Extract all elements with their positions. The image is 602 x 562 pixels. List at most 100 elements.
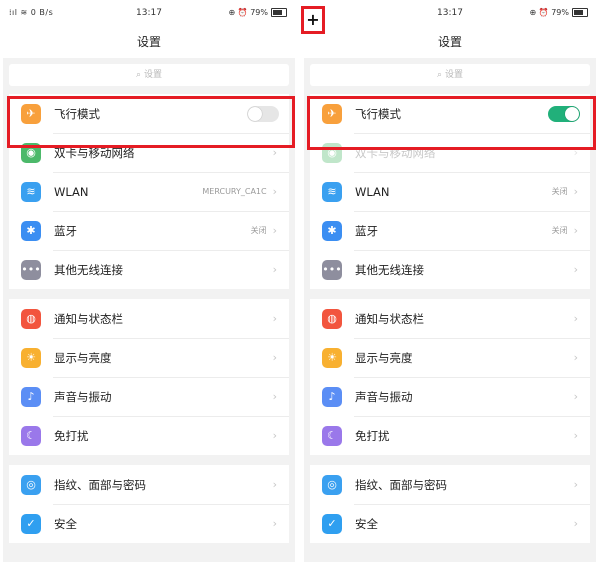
search-icon: ⌕ [136,70,142,80]
setting-icon: ✱ [21,220,41,241]
setting-icon: ☀ [21,347,41,368]
chevron-right-icon: › [272,224,277,237]
settings-group: ◍ 通知与状态栏 › ☀ 显示与亮度 › ♪ 声音与振动 › ☾ 免打扰 › [9,299,289,455]
chevron-right-icon: › [573,263,578,276]
settings-row[interactable]: ••• 其他无线连接 › [310,250,590,289]
settings-row[interactable]: ☾ 免打扰 › [9,416,289,455]
chevron-right-icon: › [272,351,277,364]
setting-label: WLAN [355,184,390,199]
chevron-right-icon: › [272,263,277,276]
setting-icon: ••• [21,259,41,280]
chevron-right-icon: › [272,478,277,491]
settings-row[interactable]: ☀ 显示与亮度 › [9,338,289,377]
chevron-right-icon: › [573,478,578,491]
settings-row[interactable]: ✱ 蓝牙 关闭 › [310,211,590,250]
setting-value: MERCURY_CA1C [202,187,267,196]
settings-row[interactable]: ≋ WLAN MERCURY_CA1C › [9,172,289,211]
setting-icon: ☀ [322,347,342,368]
battery-icon [271,8,287,17]
settings-row[interactable]: ✓ 安全 › [9,504,289,543]
setting-value: 关闭 [551,226,568,235]
settings-row[interactable]: ◍ 通知与状态栏 › [9,299,289,338]
settings-row[interactable]: ✱ 蓝牙 关闭 › [9,211,289,250]
setting-label: 指纹、面部与密码 [54,477,146,492]
settings-row[interactable]: ≋ WLAN 关闭 › [310,172,590,211]
settings-group: ◎ 指纹、面部与密码 › ✓ 安全 › [310,465,590,543]
status-icons: ⊕ ⏰ 79% [529,8,588,17]
setting-icon: ☾ [322,425,342,446]
setting-label: 声音与振动 [54,389,112,404]
chevron-right-icon: › [573,517,578,530]
setting-label: 免打扰 [54,428,89,443]
setting-label: 安全 [54,516,77,531]
setting-label: 通知与状态栏 [355,311,424,326]
setting-value: 关闭 [250,226,267,235]
battery-percent: ⊕ ⏰ 79% [228,8,268,17]
settings-group: ◎ 指纹、面部与密码 › ✓ 安全 › [9,465,289,543]
setting-label: 蓝牙 [54,223,77,238]
chevron-right-icon: › [272,517,277,530]
setting-icon: ◍ [322,308,342,329]
setting-label: 其他无线连接 [355,262,424,277]
setting-value: 关闭 [551,187,568,196]
status-icons: ⊕ ⏰ 79% [228,8,287,17]
plus-annotation-icon: + [301,6,325,34]
page-title: 设置 [304,26,596,58]
settings-row[interactable]: ✓ 安全 › [310,504,590,543]
page-title: 设置 [3,26,295,58]
search-input[interactable]: ⌕ 设置 [310,64,590,86]
phone-screen-before: ⁞ıl ≋ 0 B/s 13:17 ⊕ ⏰ 79% 设置 ⌕ 设置 ✈ 飞行模式 ◉… [3,0,295,562]
status-bar: ⁞ıl ≋ 0 B/s 13:17 ⊕ ⏰ 79% [3,0,295,26]
setting-icon: ☾ [21,425,41,446]
setting-label: 免打扰 [355,428,390,443]
setting-label: 其他无线连接 [54,262,123,277]
setting-icon: ♪ [21,386,41,407]
status-bar: 13:17 ⊕ ⏰ 79% [304,0,596,26]
setting-icon: ✓ [21,513,41,534]
chevron-right-icon: › [272,185,277,198]
chevron-right-icon: › [573,351,578,364]
setting-label: 通知与状态栏 [54,311,123,326]
chevron-right-icon: › [573,185,578,198]
search-input[interactable]: ⌕ 设置 [9,64,289,86]
search-icon: ⌕ [437,70,443,80]
chevron-right-icon: › [272,429,277,442]
battery-icon [572,8,588,17]
settings-row[interactable]: ◎ 指纹、面部与密码 › [310,465,590,504]
battery-percent: ⊕ ⏰ 79% [529,8,569,17]
settings-row[interactable]: ♪ 声音与振动 › [9,377,289,416]
settings-row[interactable]: ♪ 声音与振动 › [310,377,590,416]
settings-group: ◍ 通知与状态栏 › ☀ 显示与亮度 › ♪ 声音与振动 › ☾ 免打扰 › [310,299,590,455]
settings-row[interactable]: ☾ 免打扰 › [310,416,590,455]
chevron-right-icon: › [272,390,277,403]
phone-screen-after: 13:17 ⊕ ⏰ 79% 设置 ⌕ 设置 ✈ 飞行模式 ◉ 双卡与移动网络 › ≋ WLA… [304,0,596,562]
setting-icon: ♪ [322,386,342,407]
settings-row[interactable]: ◎ 指纹、面部与密码 › [9,465,289,504]
setting-label: 显示与亮度 [355,350,413,365]
settings-row[interactable]: ◍ 通知与状态栏 › [310,299,590,338]
setting-icon: ••• [322,259,342,280]
setting-label: 蓝牙 [355,223,378,238]
chevron-right-icon: › [573,312,578,325]
search-placeholder: 设置 [143,70,162,80]
chevron-right-icon: › [272,312,277,325]
airplane-mode-highlight-after [307,96,596,150]
setting-icon: ✱ [322,220,342,241]
setting-icon: ◎ [21,474,41,495]
airplane-mode-highlight-before [7,96,295,148]
settings-row[interactable]: ☀ 显示与亮度 › [310,338,590,377]
setting-icon: ◍ [21,308,41,329]
setting-icon: ≋ [21,181,41,202]
setting-icon: ≋ [322,181,342,202]
setting-icon: ✓ [322,513,342,534]
search-placeholder: 设置 [444,70,463,80]
setting-icon: ◎ [322,474,342,495]
setting-label: 声音与振动 [355,389,413,404]
setting-label: WLAN [54,184,89,199]
settings-row[interactable]: ••• 其他无线连接 › [9,250,289,289]
chevron-right-icon: › [573,224,578,237]
chevron-right-icon: › [573,429,578,442]
chevron-right-icon: › [573,390,578,403]
setting-label: 显示与亮度 [54,350,112,365]
setting-label: 指纹、面部与密码 [355,477,447,492]
